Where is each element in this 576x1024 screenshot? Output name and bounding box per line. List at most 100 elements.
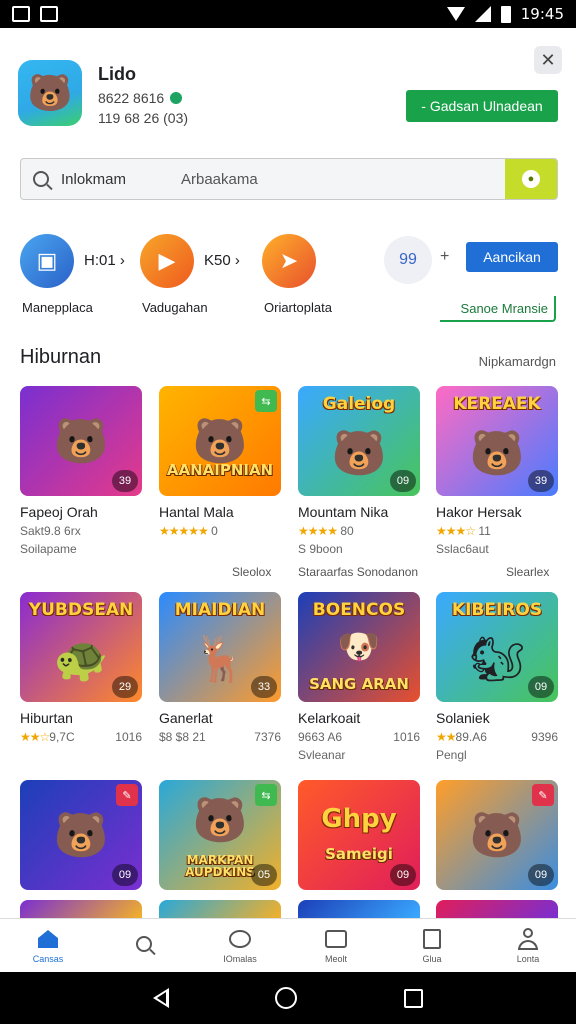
game-art-title: BOENCOS <box>312 600 406 620</box>
game-tile-partial[interactable] <box>20 900 142 918</box>
recents-icon[interactable] <box>403 988 423 1008</box>
install-button[interactable]: - Gadsan Ulnadean <box>406 90 558 122</box>
game-art[interactable]: Galeiog 🐻 09 <box>298 386 420 496</box>
app-icon[interactable]: 🐻 <box>18 60 82 126</box>
game-subtitle: Sslac6aut <box>436 542 489 556</box>
game-tile-partial[interactable] <box>159 900 281 918</box>
game-meta-extra: 7376 <box>254 730 281 744</box>
app-notification-icon <box>40 6 58 22</box>
game-art[interactable]: 🐻 ⇆ MARKPAN AUPDKINS 05 <box>159 780 281 890</box>
nav-profile[interactable]: Lonta <box>480 919 576 972</box>
game-art[interactable]: 🐻 ⇆ AANAIPNIAN <box>159 386 281 496</box>
plus-icon: + <box>440 248 450 265</box>
app-meta: 119 68 26 (03) <box>98 110 189 126</box>
game-tile[interactable]: MIAIDIAN 🦌 33 Ganerlat $8 $8 21 7376 <box>159 592 281 744</box>
shortcut-label: Manepplaca <box>22 300 93 315</box>
back-icon[interactable] <box>153 988 170 1008</box>
game-tile[interactable]: 🐻 ⇆ AANAIPNIAN Hantal Mala ★★★★★ 0 <box>159 386 281 538</box>
game-tile[interactable]: KIBEIROS 🐿 09 Solaniek ★★89.A6 9396 Pengl <box>436 592 558 762</box>
game-tile[interactable]: 🐻 ⇆ MARKPAN AUPDKINS 05 <box>159 780 281 890</box>
game-subtitle: Pengl <box>436 748 467 762</box>
game-art[interactable]: KEREAEK 🐻 39 <box>436 386 558 496</box>
shortcut-item[interactable]: ▶ K50 › Vadugahan <box>140 234 240 315</box>
home-button-icon[interactable] <box>275 987 298 1009</box>
game-tile[interactable]: KEREAEK 🐻 39 Hakor Hersak ★★★☆ 11 Sslac6… <box>436 386 558 556</box>
game-art-title: Ghpy <box>321 804 397 834</box>
chat-icon <box>228 927 252 951</box>
game-meta: ★★89.A6 9396 <box>436 730 558 744</box>
game-art[interactable]: 🐻 39 <box>20 386 142 496</box>
search-icon <box>132 932 156 956</box>
game-title: Hiburtan <box>20 710 73 726</box>
rating-badge: 09 <box>112 864 138 886</box>
game-tile[interactable]: 🐻 ✎ 09 <box>20 780 142 890</box>
game-subtitle: S 9boon <box>298 542 343 556</box>
game-tile[interactable]: Ghpy Sameigi 09 <box>298 780 420 890</box>
game-art[interactable]: 🐻 ✎ 09 <box>20 780 142 890</box>
game-art[interactable]: BOENCOS 🐶 SANG ARAN <box>298 592 420 702</box>
star-rating: ★★☆ <box>20 730 50 744</box>
section-more-link[interactable]: Nipkamardgn <box>479 354 556 369</box>
nav-search[interactable] <box>96 919 192 972</box>
game-art[interactable]: 🐻 ✎ 09 <box>436 780 558 890</box>
search-query-primary[interactable]: Inlokmam <box>61 171 181 188</box>
game-tile-partial[interactable] <box>436 900 558 918</box>
shortcut-item[interactable]: ➤ Oriartoplata <box>262 234 332 315</box>
game-art[interactable]: YUBDSEAN 🐢 29 <box>20 592 142 702</box>
game-art-subtitle: SANG ARAN <box>309 675 409 693</box>
shortcut-item[interactable]: ▣ H:01 › Manepplaca <box>20 234 125 315</box>
search-bar[interactable]: Inlokmam Arbaakama ● <box>20 158 558 200</box>
game-meta-text: 9663 A6 <box>298 730 343 744</box>
game-meta: ★★★★ 80 <box>298 524 420 538</box>
game-art[interactable]: MIAIDIAN 🦌 33 <box>159 592 281 702</box>
image-icon <box>324 927 348 951</box>
turtle-mascot-icon: 🐢 <box>53 635 109 684</box>
game-title: Hakor Hersak <box>436 504 522 520</box>
nav-chat[interactable]: IOmalas <box>192 919 288 972</box>
game-title: Ganerlat <box>159 710 213 726</box>
row-note: Slearlex <box>506 565 550 579</box>
shortcut-value: H:01 › <box>84 252 125 269</box>
home-icon <box>36 927 60 951</box>
game-meta-text: 80 <box>340 524 354 538</box>
search-query-secondary[interactable]: Arbaakama <box>181 171 258 188</box>
rating-badge: 09 <box>390 470 416 492</box>
shortcut-link[interactable]: Sanoe Mransie <box>440 296 556 322</box>
game-title: Kelarkoait <box>298 710 361 726</box>
game-art[interactable]: Ghpy Sameigi 09 <box>298 780 420 890</box>
marketplace-icon: ▣ <box>20 234 74 288</box>
system-navigation <box>0 972 576 1024</box>
nav-label: Lonta <box>516 954 540 964</box>
nav-home[interactable]: Cansas <box>0 919 96 972</box>
game-tile-partial[interactable] <box>298 900 420 918</box>
nav-library[interactable]: Glua <box>384 919 480 972</box>
game-art[interactable]: KIBEIROS 🐿 09 <box>436 592 558 702</box>
verified-icon <box>170 92 183 104</box>
close-button[interactable]: ✕ <box>534 46 562 74</box>
search-submit-button[interactable]: ● <box>505 159 557 199</box>
bear-mascot-icon: 🐻 <box>53 811 109 860</box>
nav-media[interactable]: Meolt <box>288 919 384 972</box>
developer-text: 8622 8616 <box>98 90 165 106</box>
game-meta: ★★★★★ 0 <box>159 524 281 538</box>
game-tile[interactable]: 🐻 39 Fapeoj Orah Sakt9.8 6rx Soilapame <box>20 386 142 556</box>
game-art-subtitle: Sameigi <box>325 845 393 863</box>
game-title: Solaniek <box>436 710 490 726</box>
face-icon[interactable]: 99 <box>384 236 432 284</box>
game-title: Fapeoj Orah <box>20 504 98 520</box>
bear-mascot-icon: 🐻 <box>469 811 525 860</box>
game-meta-text: 0 <box>211 524 218 538</box>
squirrel-mascot-icon: 🐿 <box>469 635 525 684</box>
row-note: Sleolox <box>232 565 272 579</box>
action-button[interactable]: Aancikan <box>466 242 558 272</box>
game-tile[interactable]: YUBDSEAN 🐢 29 Hiburtan ★★☆9,7C 1016 <box>20 592 142 744</box>
game-tile[interactable]: 🐻 ✎ 09 <box>436 780 558 890</box>
notification-icons <box>12 6 58 22</box>
game-meta: ★★☆9,7C 1016 <box>20 730 142 744</box>
game-tile[interactable]: BOENCOS 🐶 SANG ARAN Kelarkoait 9663 A6 10… <box>298 592 420 762</box>
app-header: 🐻 Lido 8622 8616 119 68 26 (03) ✕ - Gads… <box>18 46 562 130</box>
section-title: Hiburnan <box>20 346 102 368</box>
game-tile[interactable]: Galeiog 🐻 09 Mountam Nika ★★★★ 80 S 9boo… <box>298 386 420 556</box>
deer-mascot-icon: 🦌 <box>192 635 248 684</box>
go-icon: ● <box>522 170 540 188</box>
